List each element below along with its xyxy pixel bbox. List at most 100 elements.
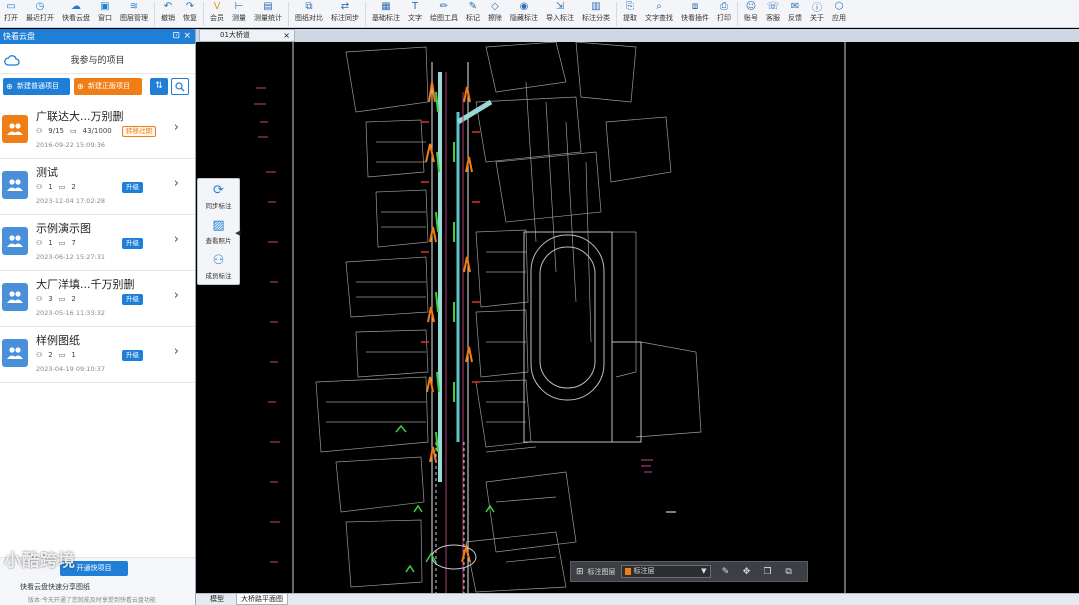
members-icon: ⚇ (36, 295, 43, 303)
members-icon: ⚇ (212, 252, 225, 268)
toolbar-apps-button[interactable]: ⬡ 应用 (828, 0, 850, 28)
toolbar-draw-tools-button[interactable]: ✏ 绘图工具 (426, 0, 462, 28)
toolbar-vip-button[interactable]: V 会员 (206, 0, 228, 28)
text-icon: T (411, 1, 419, 12)
cloud-icon: ☁ (71, 1, 81, 12)
project-members: 9/15 (48, 127, 65, 135)
toolbar-undo-button[interactable]: ↶ 撤销 (157, 0, 179, 28)
toolbar-label: 隐藏标注 (510, 14, 538, 22)
project-tag[interactable]: 转移过期 (122, 126, 156, 137)
toolbar-label: 快看云盘 (62, 14, 90, 22)
layer-select[interactable]: 标注层 ▼ (620, 565, 711, 578)
close-tab-icon[interactable]: × (283, 30, 290, 41)
import-annotation-icon: ⇲ (555, 1, 565, 12)
toolbar-divider (616, 2, 617, 26)
close-icon[interactable]: × (183, 29, 191, 44)
toolbar-label: 文字 (408, 14, 422, 22)
feedback-icon: ✉ (790, 1, 800, 12)
project-item[interactable]: 示例演示图 ⚇ 1 ▭ 7 2023-06-12 15:27:31 升级 › (0, 215, 195, 271)
chevron-right-icon[interactable]: › (174, 176, 179, 191)
toolbar-support-button[interactable]: ☏ 客服 (762, 0, 784, 28)
panel-title: 快看云盘 (3, 32, 35, 41)
move-icon[interactable]: ✥ (741, 566, 753, 578)
chevron-right-icon[interactable]: › (174, 232, 179, 247)
toolbar-measure-button[interactable]: ⊢ 测量 (228, 0, 250, 28)
project-item[interactable]: 测试 ⚇ 1 ▭ 2 2023-12-04 17:02:28 升级 › (0, 159, 195, 215)
members-icon: ⚇ (36, 127, 43, 135)
search-button[interactable] (171, 78, 189, 95)
toolbar-measure-stats-button[interactable]: ▤ 测量统计 (250, 0, 286, 28)
paste-icon[interactable]: ⧉ (783, 566, 795, 578)
toolbar-plugin-button[interactable]: ⧈ 快看插件 (677, 0, 713, 28)
mini-photo-button[interactable]: ▨ 查看照片 (198, 214, 239, 249)
toolbar-layers-button[interactable]: ≋ 图层管理 (116, 0, 152, 28)
layout-tab[interactable]: 大桥路平面图 (236, 594, 288, 605)
toolbar-basic-annotation-button[interactable]: ▦ 基础标注 (368, 0, 404, 28)
copy-icon[interactable]: ❐ (762, 566, 774, 578)
storage-icon: ▭ (70, 127, 77, 135)
toolbar-mark-button[interactable]: ✎ 标记 (462, 0, 484, 28)
storage-icon: ▭ (58, 183, 66, 191)
chevron-right-icon[interactable]: › (174, 344, 179, 359)
cad-drawing (254, 42, 846, 593)
toolbar-hide-annotation-button[interactable]: ◉ 隐藏标注 (506, 0, 542, 28)
drawing-canvas[interactable] (196, 42, 1079, 593)
toolbar-print-button[interactable]: ⎙ 打印 (713, 0, 735, 28)
toolbar-info-button[interactable]: ⓘ 关于 (806, 0, 828, 28)
toolbar-text-search-button[interactable]: ⌕ 文字查找 (641, 0, 677, 28)
project-name: 示例演示图 (36, 222, 91, 235)
project-item[interactable]: 样例图纸 ⚇ 2 ▭ 1 2023-04-19 09:10:37 升级 › (0, 327, 195, 383)
toolbar-compare-button[interactable]: ⧉ 图纸对比 (291, 0, 327, 28)
project-tag[interactable]: 升级 (122, 294, 143, 305)
project-item[interactable]: 广联达大...万别删 ⚇ 9/15 ▭ 43/1000 2016-09-22 15:09:… (0, 103, 195, 159)
pin-icon[interactable]: ⊡ (172, 29, 180, 44)
support-icon: ☏ (766, 1, 780, 12)
sync-button[interactable]: ⇅ (150, 78, 168, 95)
mini-sync-button[interactable]: ⟳ 同步标注 (198, 179, 239, 214)
new-formal-project-button[interactable]: 新建正版项目 (74, 78, 142, 95)
vip-icon: V (213, 1, 221, 12)
project-members: 1 (48, 239, 53, 247)
basic-annotation-icon: ▦ (381, 1, 391, 12)
project-avatar-icon (2, 283, 28, 311)
edit-icon[interactable]: ✎ (720, 566, 732, 578)
toolbar-label: 打开 (4, 14, 18, 22)
toolbar-import-annotation-button[interactable]: ⇲ 导入标注 (542, 0, 578, 28)
main-road (431, 62, 493, 593)
toolbar-window-button[interactable]: ▣ 窗口 (94, 0, 116, 28)
project-storage: 1 (71, 351, 76, 359)
new-project-button[interactable]: 新建普通项目 (3, 78, 70, 95)
layout-tab[interactable]: 模型 (206, 594, 228, 605)
toolbar-feedback-button[interactable]: ✉ 反馈 (784, 0, 806, 28)
toolbar-divider (203, 2, 204, 26)
toolbar-extract-button[interactable]: ⎘ 提取 (619, 0, 641, 28)
project-members: 3 (48, 295, 53, 303)
grid-icon[interactable]: ⊞ (576, 567, 584, 577)
mini-members-button[interactable]: ⚇ 成员标注 (198, 249, 239, 284)
doc-tab[interactable]: 01大桥道 × (199, 29, 295, 42)
project-tag[interactable]: 升级 (122, 350, 143, 361)
watermark: 小酷跨境 (4, 551, 76, 571)
compare-icon: ⧉ (305, 1, 313, 12)
toolbar-account-button[interactable]: ☺ 账号 (740, 0, 762, 28)
toolbar-folder-button[interactable]: ▭ 打开 (0, 0, 22, 28)
toolbar-label: 恢复 (183, 14, 197, 22)
project-date: 2016-09-22 15:09:36 (36, 141, 106, 149)
chevron-right-icon[interactable]: › (174, 288, 179, 303)
toolbar-annotation-category-button[interactable]: ▥ 标注分类 (578, 0, 614, 28)
toolbar-text-button[interactable]: T 文字 (404, 0, 426, 28)
chevron-right-icon[interactable]: › (174, 120, 179, 135)
toolbar-history-button[interactable]: ◷ 最近打开 (22, 0, 58, 28)
toolbar-cloud-button[interactable]: ☁ 快看云盘 (58, 0, 94, 28)
members-icon: ⚇ (36, 351, 43, 359)
collapse-arrow-icon[interactable]: ◀ (235, 229, 240, 237)
toolbar-sync-annotation-button[interactable]: ⇄ 标注同步 (327, 0, 363, 28)
project-avatar-icon (2, 171, 28, 199)
refresh-icon: ⇅ (155, 81, 163, 91)
project-item[interactable]: 大厂洋填...千万别删 ⚇ 3 ▭ 2 2023-05-16 11:33:32 升级 › (0, 271, 195, 327)
project-tag[interactable]: 升级 (122, 238, 143, 249)
toolbar-eraser-button[interactable]: ◇ 擦除 (484, 0, 506, 28)
project-tag[interactable]: 升级 (122, 182, 143, 193)
toolbar-redo-button[interactable]: ↷ 恢复 (179, 0, 201, 28)
toolbar-label: 测量 (232, 14, 246, 22)
